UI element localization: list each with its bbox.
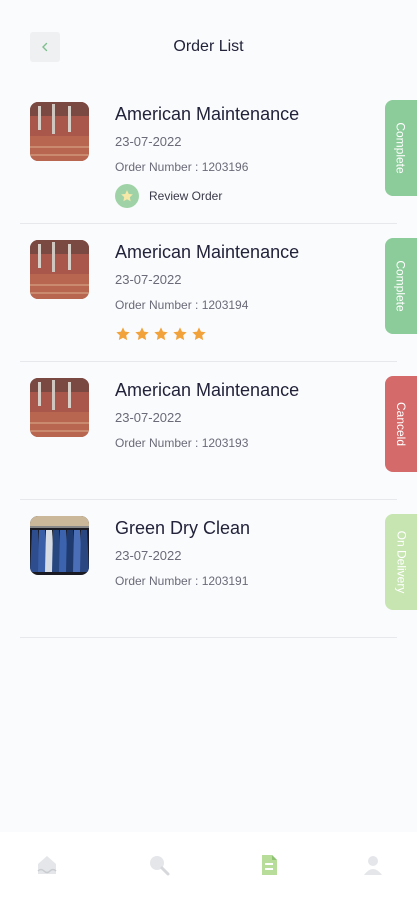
divider bbox=[20, 637, 397, 638]
status-badge: Canceld bbox=[385, 376, 417, 472]
page-title: Order List bbox=[173, 38, 244, 55]
review-order-button[interactable]: Review Order bbox=[115, 184, 222, 208]
order-number: Order Number : 1203196 bbox=[115, 160, 249, 174]
order-date: 23-07-2022 bbox=[115, 548, 182, 563]
header: Order List bbox=[0, 0, 417, 90]
order-number: Order Number : 1203191 bbox=[115, 574, 249, 588]
status-badge: Complete bbox=[385, 100, 417, 196]
order-date: 23-07-2022 bbox=[115, 134, 182, 149]
review-order-label: Review Order bbox=[149, 189, 223, 203]
star-icon bbox=[135, 327, 149, 341]
rating-stars bbox=[115, 326, 207, 342]
order-shop-name: American Maintenance bbox=[115, 104, 300, 124]
order-shop-name: Green Dry Clean bbox=[115, 518, 251, 538]
order-shop-name: American Maintenance bbox=[115, 242, 300, 262]
order-card[interactable]: American Maintenance 23-07-2022 Order Nu… bbox=[0, 86, 417, 224]
laundry-shop-thumbnail bbox=[30, 378, 89, 437]
order-date: 23-07-2022 bbox=[115, 272, 182, 287]
status-badge: On Delivery bbox=[385, 514, 417, 610]
order-card[interactable]: American Maintenance 23-07-2022 Order Nu… bbox=[0, 362, 417, 500]
laundry-shop-thumbnail bbox=[30, 102, 89, 161]
order-number: Order Number : 1203194 bbox=[115, 298, 249, 312]
star-icon bbox=[173, 327, 187, 341]
order-card[interactable]: Green Dry Clean 23-07-2022 Order Number … bbox=[0, 500, 417, 638]
order-card[interactable]: American Maintenance 23-07-2022 Order Nu… bbox=[0, 224, 417, 362]
star-icon bbox=[192, 327, 206, 341]
clothes-rack-thumbnail bbox=[30, 516, 89, 575]
star-icon bbox=[115, 184, 139, 208]
laundry-shop-thumbnail bbox=[30, 240, 89, 299]
profile-icon[interactable] bbox=[360, 852, 386, 878]
bottom-navbar bbox=[0, 832, 417, 900]
orders-icon[interactable] bbox=[256, 852, 282, 878]
search-icon[interactable] bbox=[146, 852, 172, 878]
order-number: Order Number : 1203193 bbox=[115, 436, 249, 450]
order-date: 23-07-2022 bbox=[115, 410, 182, 425]
order-shop-name: American Maintenance bbox=[115, 380, 300, 400]
status-badge: Complete bbox=[385, 238, 417, 334]
star-icon bbox=[154, 327, 168, 341]
home-icon[interactable] bbox=[34, 852, 60, 878]
star-icon bbox=[116, 327, 130, 341]
